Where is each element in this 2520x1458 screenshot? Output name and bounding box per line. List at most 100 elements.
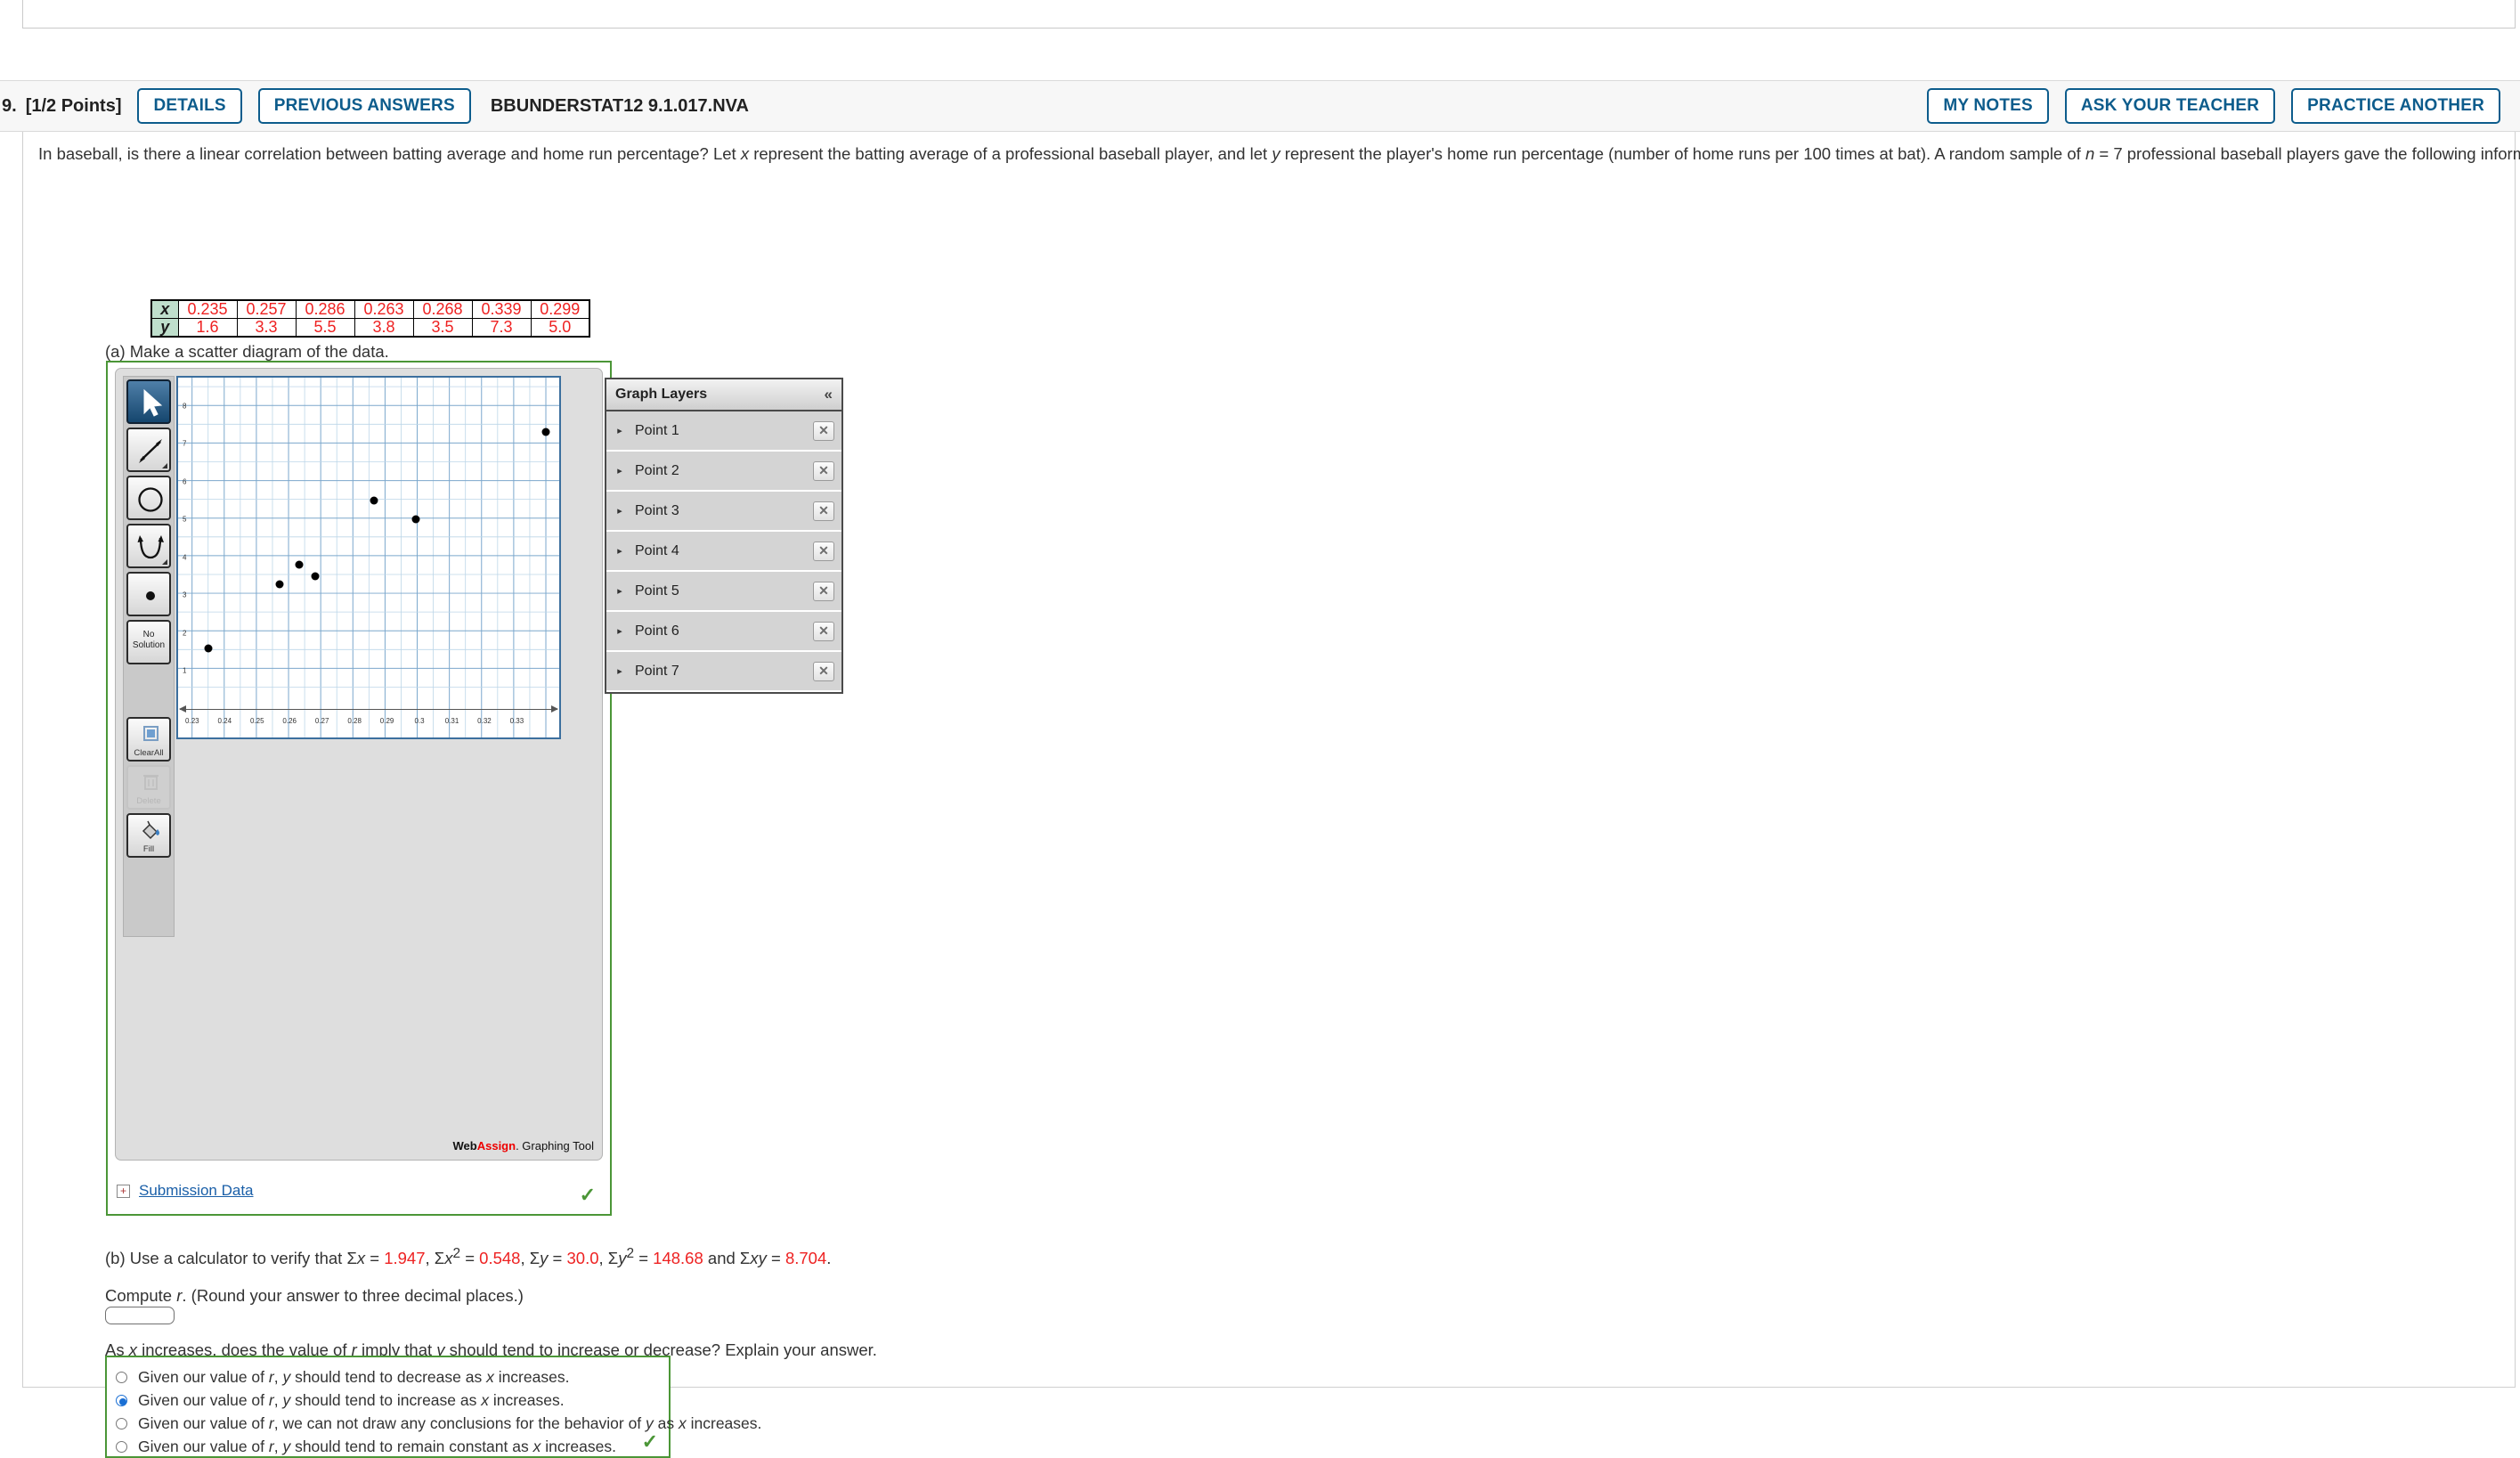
table-cell-y-6: 5.0 [530,318,590,338]
part-a-label: (a) Make a scatter diagram of the data. [105,342,389,361]
point-icon [146,591,155,600]
scatter-point-2[interactable] [275,580,284,589]
pb-t3: , Σ [425,1249,445,1268]
parabola-tool-options-corner[interactable] [162,559,167,565]
pb-t2: = [365,1249,385,1268]
answer-choice-label-2[interactable]: Given our value of r, y should tend to i… [138,1391,565,1410]
answer-choice-4[interactable]: Given our value of r, y should tend to r… [116,1438,616,1456]
radio-button-3[interactable] [116,1418,127,1429]
details-button[interactable]: DETAILS [137,88,242,124]
prompt-part-1: In baseball, is there a linear correlati… [38,144,741,163]
y-axis-tick-label: 2 [183,629,187,638]
graph-layer-row-4[interactable]: ▸ Point 4 ✕ [606,532,841,572]
graph-layer-row-2[interactable]: ▸ Point 2 ✕ [606,452,841,492]
pb-t7: , Σ [598,1249,619,1268]
x-axis-line [180,709,557,710]
graph-layer-row-5[interactable]: ▸ Point 5 ✕ [606,572,841,612]
table-header-x: x [150,299,179,319]
r-answer-input[interactable] [105,1307,175,1324]
chevron-right-icon[interactable]: ▸ [614,545,626,557]
page-top-panel [22,0,2516,29]
scatter-point-3[interactable] [370,496,378,505]
chevron-right-icon[interactable]: ▸ [614,585,626,597]
y-axis-tick-label: 6 [183,477,187,486]
graph-layers-list: ▸ Point 1 ✕ ▸ Point 2 ✕ ▸ Point 3 ✕ ▸ Point 4 ✕ ▸ Poi… [606,411,841,692]
line-tool-button[interactable] [126,428,171,472]
sum-x-value: 1.947 [384,1249,426,1268]
y-axis-tick-label: 4 [183,553,187,562]
pb-t5: , Σ [520,1249,541,1268]
delete-layer-icon[interactable]: ✕ [813,661,834,681]
pb-t9: and Σ [703,1249,751,1268]
compute-r-label: Compute r. (Round your answer to three d… [105,1286,524,1306]
table-cell-y-5: 7.3 [471,318,532,338]
prompt-var-n: n [2085,144,2095,163]
expand-icon[interactable]: + [117,1184,130,1198]
table-cell-y-0: 1.6 [177,318,238,338]
graph-layer-row-3[interactable]: ▸ Point 3 ✕ [606,492,841,532]
answer-choice-3[interactable]: Given our value of r, we can not draw an… [116,1414,761,1433]
delete-layer-icon[interactable]: ✕ [813,621,834,641]
trash-icon [143,775,159,790]
scatter-point-5[interactable] [311,572,320,581]
answer-choice-label-1[interactable]: Given our value of r, y should tend to d… [138,1368,569,1387]
answer-choice-1[interactable]: Given our value of r, y should tend to d… [116,1368,569,1387]
answer-choice-2[interactable]: Given our value of r, y should tend to i… [116,1391,565,1410]
paint-bucket-icon [142,820,159,840]
delete-layer-icon[interactable]: ✕ [813,501,834,521]
clear-all-button[interactable]: ClearAll [126,717,171,762]
scatter-point-7[interactable] [411,515,420,524]
chevron-right-icon[interactable]: ▸ [614,425,626,436]
circle-tool-button[interactable] [126,476,171,520]
graph-layer-label: Point 5 [635,582,679,599]
radio-button-2[interactable] [116,1395,127,1406]
submission-data-row[interactable]: + Submission Data [117,1182,254,1200]
table-cell-y-3: 3.8 [354,318,414,338]
circle-icon [138,487,163,512]
delete-layer-icon[interactable]: ✕ [813,420,834,441]
question-code: BBUNDERSTAT12 9.1.017.NVA [490,95,749,116]
select-tool-button[interactable] [126,379,171,424]
point-tool-button[interactable] [126,572,171,616]
delete-layer-icon[interactable]: ✕ [813,581,834,601]
x-axis-tick-label: 0.23 [185,717,199,725]
scatter-point-1[interactable] [204,644,213,653]
chevron-right-icon[interactable]: ▸ [614,665,626,677]
pb-t8: = [634,1249,654,1268]
graph-layer-row-1[interactable]: ▸ Point 1 ✕ [606,411,841,452]
graph-toolbar: No Solution ClearAll Delete Fill [123,376,175,937]
answer-choice-label-4[interactable]: Given our value of r, y should tend to r… [138,1438,616,1456]
graph-layer-label: Point 4 [635,542,679,558]
my-notes-button[interactable]: MY NOTES [1927,88,2049,124]
chevron-right-icon[interactable]: ▸ [614,465,626,476]
graph-layer-row-6[interactable]: ▸ Point 6 ✕ [606,612,841,652]
previous-answers-button[interactable]: PREVIOUS ANSWERS [257,88,471,124]
webassign-graphing-tool[interactable]: No Solution ClearAll Delete Fill 1 2 3 4… [115,368,603,1161]
table-header-y: y [150,318,179,338]
practice-another-button[interactable]: PRACTICE ANOTHER [2291,88,2500,124]
table-cell-y-4: 3.5 [412,318,473,338]
line-tool-options-corner[interactable] [162,463,167,468]
answer-choice-label-3[interactable]: Given our value of r, we can not draw an… [138,1414,761,1433]
table-row-y: y 1.6 3.3 5.5 3.8 3.5 7.3 5.0 [150,318,590,338]
graph-layer-row-7[interactable]: ▸ Point 7 ✕ [606,652,841,692]
chevron-right-icon[interactable]: ▸ [614,505,626,517]
chevron-right-icon[interactable]: ▸ [614,625,626,637]
scatter-point-4[interactable] [295,560,304,569]
collapse-panel-icon[interactable]: « [825,386,833,403]
no-solution-button[interactable]: No Solution [126,620,171,664]
question-body: In baseball, is there a linear correlati… [22,132,2520,1458]
radio-button-4[interactable] [116,1441,127,1453]
delete-layer-icon[interactable]: ✕ [813,460,834,481]
radio-button-1[interactable] [116,1372,127,1383]
submission-data-link[interactable]: Submission Data [139,1182,254,1200]
ask-your-teacher-button[interactable]: ASK YOUR TEACHER [2064,88,2276,124]
parabola-tool-button[interactable] [126,524,171,568]
scatter-plot-canvas[interactable]: 1 2 3 4 5 6 7 8 0.23 0.24 0.25 0.26 0.27 0.28 0.29 0.3 0… [176,376,561,739]
delete-layer-icon[interactable]: ✕ [813,541,834,561]
delete-label: Delete [136,796,161,806]
compute-label-2: . (Round your answer to three decimal pl… [182,1286,524,1305]
part-a-answer-region: No Solution ClearAll Delete Fill 1 2 3 4… [106,361,612,1216]
scatter-point-6[interactable] [541,428,550,436]
fill-button[interactable]: Fill [126,813,171,858]
